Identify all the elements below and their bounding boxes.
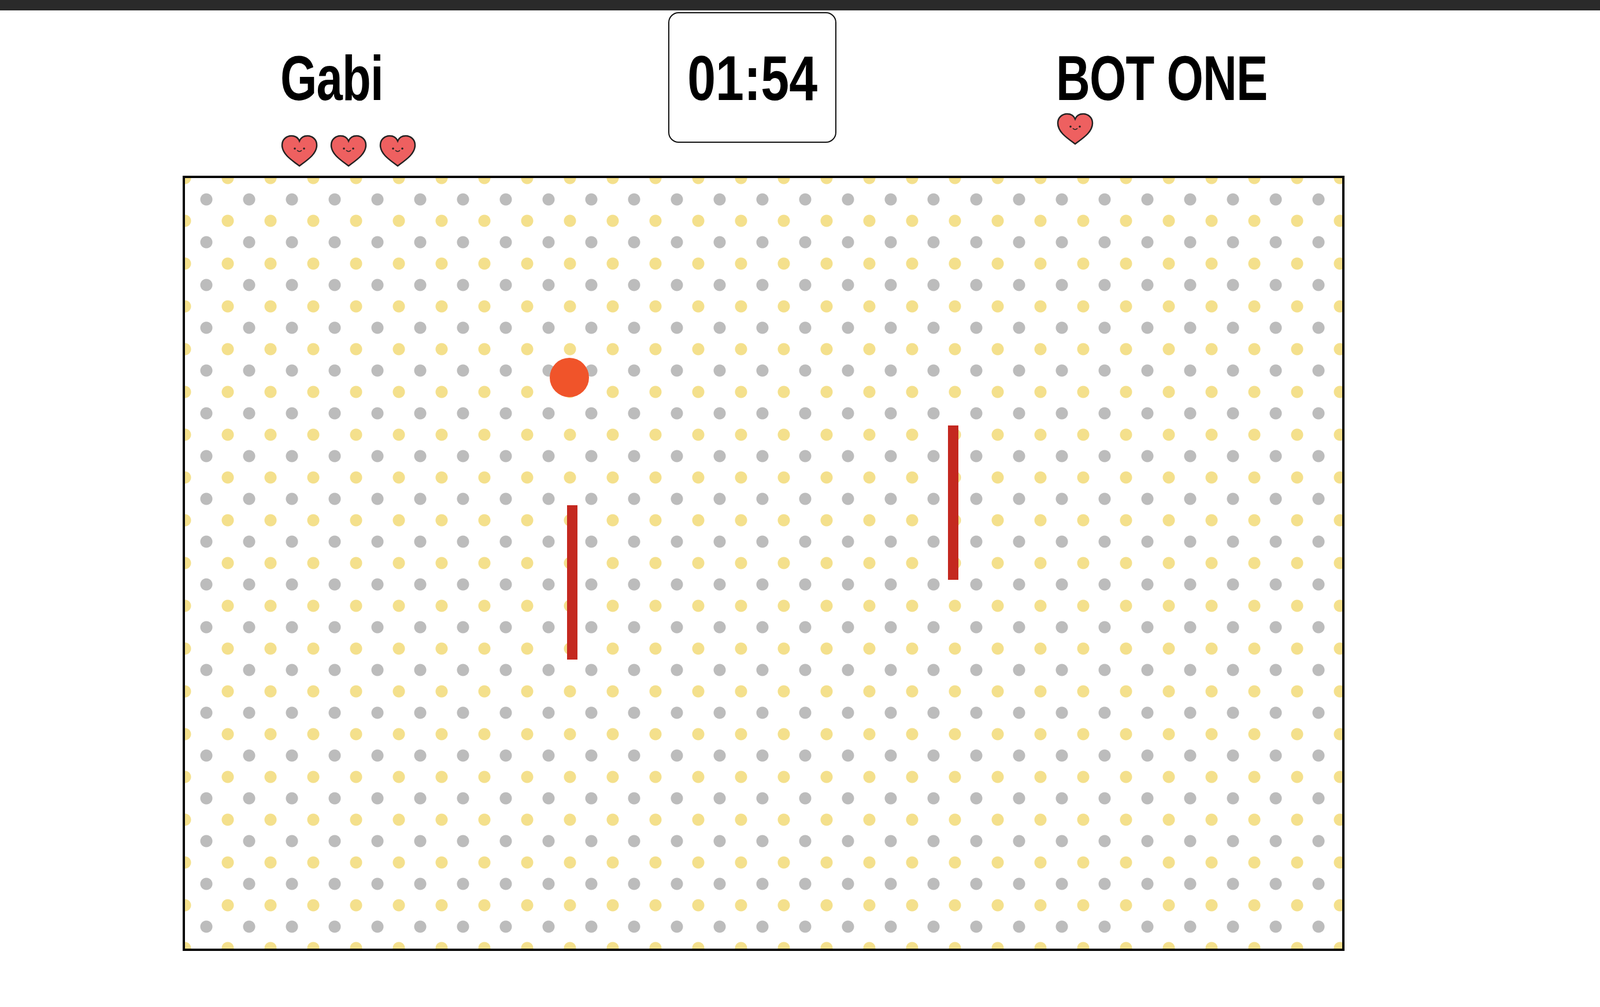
heart-icon xyxy=(280,134,319,168)
heart-icon xyxy=(1056,112,1095,146)
player-name: BOT ONE xyxy=(1056,42,1268,113)
player-panel: BOT ONE xyxy=(836,10,1345,176)
player-paddle[interactable] xyxy=(567,505,578,660)
lives xyxy=(280,134,669,168)
heart-icon xyxy=(378,134,417,168)
heart-icon xyxy=(329,134,368,168)
lives xyxy=(1056,112,1345,146)
ball xyxy=(549,357,590,398)
top-bar xyxy=(0,0,1600,11)
player-panel: Gabi xyxy=(182,10,669,176)
game-field[interactable] xyxy=(182,175,1345,951)
bot-paddle xyxy=(947,425,959,580)
game-page: Gabi 01:54 BOT ONE xyxy=(0,0,1600,1007)
player-name: Gabi xyxy=(280,42,384,113)
timer: 01:54 xyxy=(668,12,837,143)
scoreboard: Gabi 01:54 BOT ONE xyxy=(182,10,1345,176)
stage: Gabi 01:54 BOT ONE xyxy=(182,10,1345,951)
